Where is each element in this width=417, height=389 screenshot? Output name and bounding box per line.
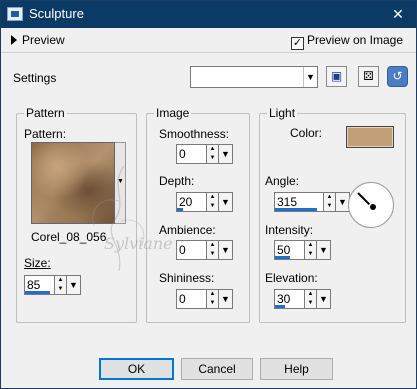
chevron-down-icon: ▼ (117, 178, 124, 185)
checkbox-icon[interactable]: ✓ (290, 37, 304, 50)
smoothness-spinner[interactable]: 0 ▲ ▼ ▼ (176, 144, 236, 164)
preview-on-image-checkbox[interactable]: ✓ Preview on Image (290, 33, 403, 50)
preview-label: Preview (22, 33, 65, 47)
settings-label: Settings (13, 71, 57, 85)
pattern-name: Corel_08_056 (31, 230, 107, 244)
chevron-down-icon[interactable]: ▼ (317, 240, 331, 260)
up-down-arrows-icon[interactable]: ▲ ▼ (207, 192, 219, 212)
elevation-label: Elevation: (265, 271, 318, 285)
light-color-swatch[interactable] (346, 126, 394, 148)
size-label: Size: (24, 256, 51, 270)
chevron-down-icon[interactable]: ▼ (219, 144, 233, 164)
preview-on-image-label: Preview on Image (306, 33, 403, 47)
size-level-bar (25, 291, 50, 294)
pattern-swatch-dropdown[interactable]: ▼ (115, 142, 126, 224)
preview-toggle[interactable]: Preview (11, 33, 65, 47)
elevation-spinner[interactable]: 30 ▲ ▼ ▼ (274, 289, 334, 309)
window-title: Sculpture (29, 6, 84, 21)
ambience-input[interactable]: 0 (176, 240, 207, 260)
angle-spinner[interactable]: 315 ▲ ▼ ▼ (274, 192, 350, 212)
chevron-down-icon[interactable]: ▼ (219, 289, 233, 309)
pattern-group-title: Pattern (24, 106, 67, 120)
pattern-swatch[interactable] (31, 142, 115, 224)
chevron-down-icon[interactable]: ▼ (219, 192, 233, 212)
up-down-arrows-icon[interactable]: ▲ ▼ (207, 240, 219, 260)
shininess-label: Shininess: (159, 271, 215, 285)
angle-dial-needle (357, 192, 371, 206)
image-group-title: Image (154, 106, 192, 120)
ambience-label: Ambience: (159, 223, 216, 237)
preview-bar: Preview ✓ Preview on Image (1, 29, 416, 53)
depth-label: Depth: (159, 174, 195, 188)
angle-dial[interactable] (348, 182, 394, 228)
pattern-label: Pattern: (24, 127, 67, 141)
cancel-button[interactable]: Cancel (181, 358, 253, 380)
chevron-down-icon[interactable]: ▼ (67, 275, 81, 295)
light-group-title: Light (267, 106, 298, 120)
up-down-arrows-icon[interactable]: ▲ ▼ (324, 192, 336, 212)
angle-label: Angle: (265, 174, 300, 188)
up-down-arrows-icon[interactable]: ▲ ▼ (305, 289, 317, 309)
light-group: Light Color: Angle: 315 ▲ ▼ ▼ Intensity: … (259, 106, 406, 323)
ok-button[interactable]: OK (99, 358, 174, 380)
settings-dropdown[interactable]: ▼ (190, 66, 318, 88)
size-spinner[interactable]: 85 ▲ ▼ ▼ (24, 275, 84, 295)
randomize-dice-icon[interactable]: ⚄ (358, 66, 379, 87)
depth-level-bar (177, 208, 183, 211)
up-down-arrows-icon[interactable]: ▲ ▼ (207, 144, 219, 164)
reset-icon[interactable]: ↺ (387, 66, 408, 87)
shininess-spinner[interactable]: 0 ▲ ▼ ▼ (176, 289, 236, 309)
sculpture-dialog: Sculpture ✕ Preview ✓ Preview on Image Se… (0, 0, 417, 389)
smoothness-label: Smoothness: (159, 127, 230, 141)
image-group: Image Smoothness: 0 ▲ ▼ ▼ Depth: 20 ▲ ▼ ▼ … (146, 106, 250, 323)
intensity-spinner[interactable]: 50 ▲ ▼ ▼ (274, 240, 334, 260)
shininess-input[interactable]: 0 (176, 289, 207, 309)
angle-dial-knob (370, 204, 376, 210)
sculpture-app-icon (7, 7, 23, 21)
intensity-label: Intensity: (265, 223, 314, 237)
pattern-group: Pattern Pattern: ▼ Corel_08_056 Size: 85… (16, 106, 137, 323)
depth-spinner[interactable]: 20 ▲ ▼ ▼ (176, 192, 236, 212)
up-down-arrows-icon[interactable]: ▲ ▼ (305, 240, 317, 260)
smoothness-input[interactable]: 0 (176, 144, 207, 164)
intensity-level-bar (275, 256, 290, 259)
chevron-down-icon[interactable]: ▼ (219, 240, 233, 260)
elevation-level-bar (275, 305, 285, 308)
up-down-arrows-icon[interactable]: ▲ ▼ (55, 275, 67, 295)
color-label: Color: (290, 126, 323, 140)
help-button[interactable]: Help (260, 358, 333, 380)
close-icon[interactable]: ✕ (384, 3, 412, 25)
expand-triangle-icon (11, 35, 17, 45)
save-preset-icon[interactable]: ▣ (326, 66, 347, 87)
up-down-arrows-icon[interactable]: ▲ ▼ (207, 289, 219, 309)
title-bar: Sculpture ✕ (1, 1, 416, 28)
angle-level-bar (275, 208, 317, 211)
ambience-spinner[interactable]: 0 ▲ ▼ ▼ (176, 240, 236, 260)
chevron-down-icon[interactable]: ▼ (303, 67, 317, 87)
chevron-down-icon[interactable]: ▼ (317, 289, 331, 309)
